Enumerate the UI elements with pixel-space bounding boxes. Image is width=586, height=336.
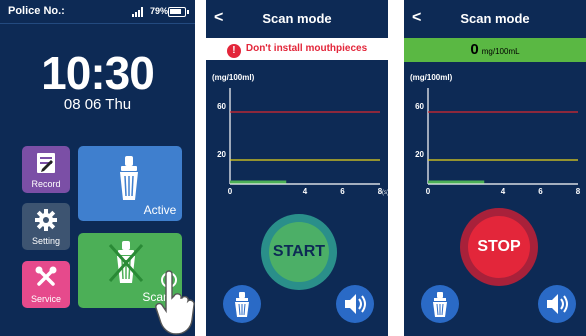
active-label: Active — [143, 203, 177, 217]
mouthpiece-icon — [120, 156, 138, 200]
header: < Scan mode — [404, 0, 586, 38]
y-tick-label: 60 — [217, 102, 226, 111]
battery-percent: 79% — [150, 6, 169, 16]
x-tick-label: 4 — [501, 187, 506, 196]
y-tick-label: 60 — [415, 102, 424, 111]
battery-icon — [168, 7, 189, 17]
no-mouthpiece-icon — [108, 241, 144, 283]
reading-unit: mg/100mL — [481, 47, 520, 56]
mouthpiece-icon — [433, 292, 447, 317]
x-tick-label: 6 — [538, 187, 543, 196]
mouthpiece-button[interactable] — [421, 285, 459, 323]
x-tick-label: 4 — [303, 187, 308, 196]
reading-banner: 0 mg/100mL — [404, 38, 586, 62]
page-title: Scan mode — [262, 11, 332, 26]
x-unit-label: (s) — [382, 190, 388, 196]
y-axis-label: (mg/100ml) — [410, 73, 453, 82]
service-label: Service — [30, 294, 61, 304]
concentration-chart: (mg/100ml) 20 60 0 4 6 8 — [410, 73, 581, 196]
y-axis-label: (mg/100ml) — [212, 73, 255, 82]
setting-button[interactable]: Setting — [22, 203, 70, 250]
mouthpiece-button[interactable] — [223, 285, 261, 323]
speaker-icon — [345, 294, 366, 314]
concentration-chart: (mg/100ml)20600468(s) — [212, 73, 388, 196]
y-tick-label: 20 — [217, 150, 226, 159]
scan-mode-running-screen: < Scan mode 0 mg/100mL (mg/100ml) 20 60 0 4 6 8… — [404, 0, 586, 336]
scan-mode-ready-screen: < Scan mode ! Don't install mouthpieces (… — [206, 0, 388, 336]
y-tick-label: 20 — [415, 150, 424, 159]
reading-value: 0 — [470, 41, 479, 58]
x-tick-label: 0 — [228, 187, 233, 196]
start-button[interactable]: START — [269, 222, 329, 282]
warning-text: Don't install mouthpieces — [245, 43, 368, 54]
record-label: Record — [31, 179, 61, 189]
pointing-hand-icon — [155, 270, 195, 335]
warning-banner: ! Don't install mouthpieces — [206, 38, 388, 60]
clock-time: 10:30 — [41, 47, 155, 99]
speaker-icon — [547, 294, 568, 314]
x-tick-label: 0 — [426, 187, 431, 196]
mouthpiece-icon — [235, 292, 249, 317]
active-button[interactable]: Active — [78, 146, 182, 221]
tools-icon — [35, 266, 57, 286]
x-tick-label: 6 — [340, 187, 345, 196]
home-screen: Police No.: 79% 10:30 08 06 Thu Record S… — [0, 0, 195, 336]
record-button[interactable]: Record — [22, 146, 70, 193]
status-bar: Police No.: 79% — [0, 0, 195, 24]
stop-button[interactable]: STOP — [468, 216, 530, 278]
clock-date: 08 06 Thu — [63, 96, 132, 113]
volume-button[interactable] — [336, 285, 374, 323]
police-number-label: Police No.: — [8, 5, 65, 17]
volume-button[interactable] — [538, 285, 576, 323]
notepad-icon — [37, 153, 55, 173]
page-title: Scan mode — [460, 11, 530, 26]
gear-icon — [35, 209, 57, 231]
setting-label: Setting — [31, 236, 61, 246]
warning-icon: ! — [226, 44, 241, 58]
header: < Scan mode — [206, 0, 388, 38]
x-tick-label: 8 — [576, 187, 581, 196]
signal-icon — [132, 7, 143, 17]
service-button[interactable]: Service — [22, 261, 70, 308]
